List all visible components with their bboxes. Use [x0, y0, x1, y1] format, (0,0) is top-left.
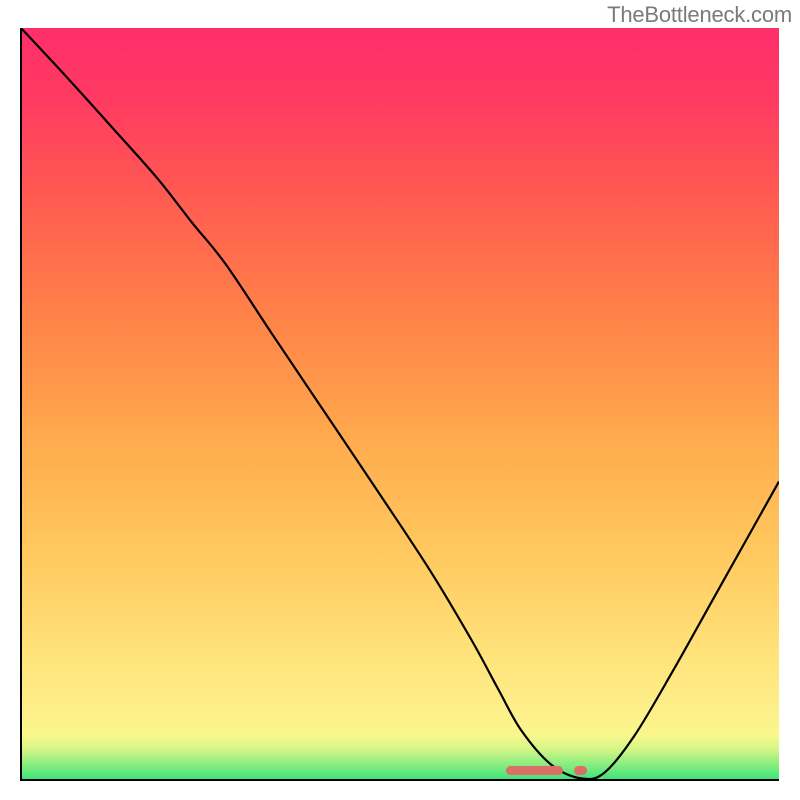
y-axis-line	[20, 28, 22, 781]
optimal-zone-marker-a	[506, 766, 563, 775]
watermark-text: TheBottleneck.com	[607, 2, 792, 28]
x-axis-line	[20, 779, 779, 781]
optimal-zone-marker-b	[574, 766, 587, 775]
plot-area	[21, 28, 779, 780]
chart-container: TheBottleneck.com	[0, 0, 800, 800]
bottleneck-curve	[21, 28, 779, 780]
